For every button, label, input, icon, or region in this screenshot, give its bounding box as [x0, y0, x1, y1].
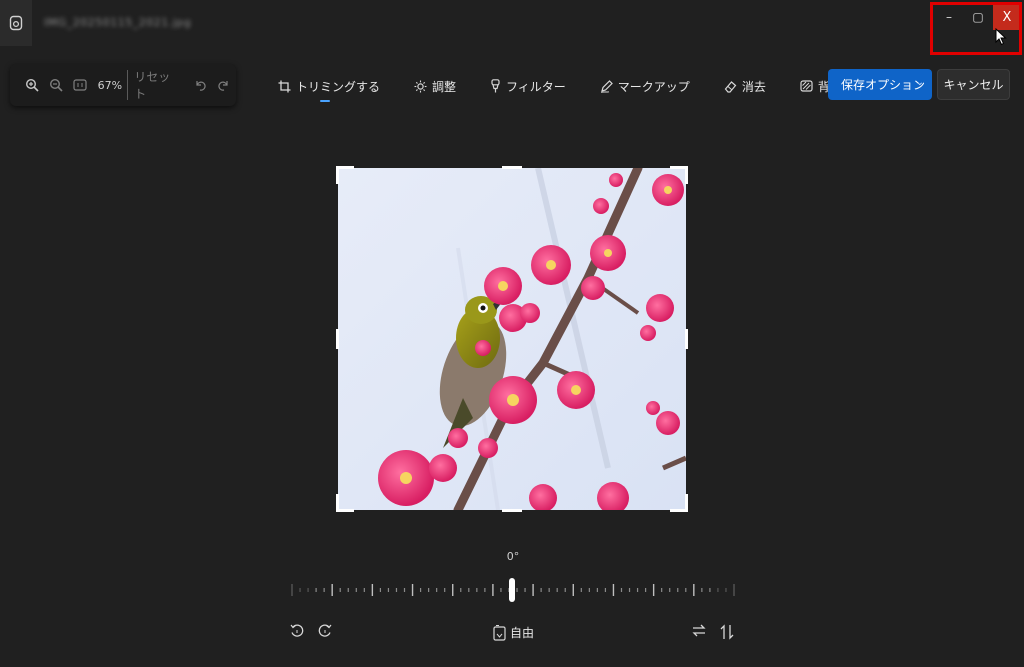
rotate-left-button[interactable] — [290, 624, 304, 638]
tab-filter-label: フィルター — [506, 79, 566, 94]
chevron-down-icon[interactable]: ⌄ — [916, 77, 924, 88]
crop-handle-top-right-v[interactable] — [685, 166, 688, 184]
rotate-left-icon — [290, 624, 304, 637]
undo-icon — [196, 81, 206, 91]
tab-adjust[interactable]: 調整 — [414, 74, 456, 98]
tab-crop[interactable]: トリミングする — [278, 74, 381, 102]
annotation-highlight-box — [930, 2, 1022, 55]
reset-button[interactable]: リセット — [134, 68, 178, 102]
filter-icon — [491, 79, 500, 93]
zoom-in-icon — [25, 78, 39, 92]
zoom-level[interactable]: 67% — [98, 79, 124, 92]
tab-erase[interactable]: 消去 — [724, 74, 766, 98]
tab-markup-label: マークアップ — [617, 79, 690, 94]
crop-icon — [278, 80, 291, 92]
edit-toolbar: トリミングする 調整 フィルター マークアップ 消去 背景 — [278, 74, 876, 102]
undo-button[interactable] — [188, 72, 212, 98]
fit-window-icon — [73, 79, 87, 91]
markup-icon — [600, 79, 613, 93]
tab-markup[interactable]: マークアップ — [600, 74, 690, 98]
cancel-button[interactable]: キャンセル — [937, 69, 1010, 100]
rotation-slider-thumb[interactable] — [509, 578, 515, 602]
zoom-out-icon — [49, 78, 63, 92]
crop-handle-left[interactable] — [336, 329, 339, 349]
photo-canvas[interactable] — [338, 168, 686, 510]
redo-button[interactable] — [212, 72, 236, 98]
aspect-ratio-label: 自由 — [510, 626, 535, 640]
fit-to-window-button[interactable] — [68, 72, 92, 98]
title-bar: IMG_20250115_2021.jpg – ▢ X — [0, 0, 1024, 55]
brightness-icon — [414, 80, 427, 92]
save-options-label: 保存オプション — [841, 78, 926, 92]
zoom-in-button[interactable] — [20, 72, 44, 98]
erase-icon — [724, 80, 737, 93]
tab-filter[interactable]: フィルター — [490, 74, 566, 98]
app-icon — [0, 0, 32, 46]
rotation-angle: 0° — [506, 550, 520, 563]
tab-adjust-label: 調整 — [432, 79, 457, 94]
window-title: IMG_20250115_2021.jpg — [44, 16, 192, 29]
aspect-ratio-icon — [493, 624, 506, 641]
divider — [127, 70, 129, 100]
tab-crop-label: トリミングする — [296, 79, 381, 94]
flip-horizontal-icon — [692, 624, 706, 637]
rotate-right-button[interactable] — [318, 624, 332, 638]
bird-blossom-photo — [338, 168, 686, 510]
zoom-panel: 67% リセット — [10, 64, 236, 106]
crop-handle-top[interactable] — [502, 166, 522, 169]
crop-handle-top-left-v[interactable] — [336, 166, 339, 184]
redo-icon — [218, 81, 228, 91]
flip-vertical-icon — [720, 624, 734, 640]
rotate-right-icon — [318, 624, 332, 637]
flip-horizontal-button[interactable] — [692, 624, 706, 637]
crop-handle-bottom-right-v[interactable] — [685, 494, 688, 512]
crop-handle-right[interactable] — [685, 329, 688, 349]
aspect-ratio-button[interactable]: 自由 — [493, 624, 534, 641]
flip-vertical-button[interactable] — [720, 624, 734, 640]
crop-handle-bottom-left-v[interactable] — [336, 494, 339, 512]
zoom-out-button[interactable] — [44, 72, 68, 98]
tab-erase-label: 消去 — [741, 79, 766, 94]
crop-handle-bottom[interactable] — [502, 509, 522, 512]
photos-icon — [9, 15, 23, 31]
save-options-button[interactable]: 保存オプション ⌄ — [828, 69, 932, 100]
mouse-cursor-icon — [995, 28, 1007, 46]
background-icon — [800, 80, 813, 92]
